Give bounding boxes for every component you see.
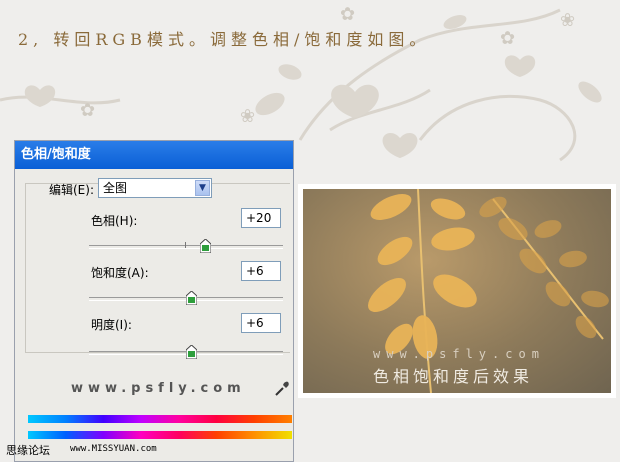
lightness-label: 明度(I): (91, 318, 132, 332)
instruction-text: 2, 转回RGB模式。调整色相/饱和度如图。 (18, 30, 431, 49)
hue-label: 色相(H): (91, 214, 138, 228)
svg-text:✿: ✿ (500, 28, 515, 49)
svg-text:❀: ❀ (560, 10, 575, 31)
chevron-down-icon[interactable]: ▼ (195, 180, 210, 196)
color-spectrum-bar-bottom (28, 431, 292, 439)
lightness-input[interactable]: +6 (241, 313, 281, 333)
svg-text:✿: ✿ (340, 4, 355, 25)
eyedropper-icon[interactable] (274, 381, 290, 397)
photo-watermark-url: www.psfly.com (373, 347, 545, 361)
svg-text:❀: ❀ (240, 106, 255, 127)
hue-saturation-dialog: 色相/饱和度 编辑(E): 全图 ▼ 色相(H): +20 饱和度(A): +6… (14, 140, 294, 462)
color-spectrum-bar-top (28, 415, 292, 423)
photo-caption: 色相饱和度后效果 (373, 367, 534, 386)
saturation-label: 饱和度(A): (91, 266, 149, 280)
hue-input[interactable]: +20 (241, 208, 281, 228)
saturation-slider-thumb[interactable] (186, 291, 197, 305)
edit-channel-select[interactable]: 全图 ▼ (98, 178, 212, 198)
result-photo: www.psfly.com 色相饱和度后效果 (303, 189, 611, 393)
footer-url: www.MISSYUAN.com (70, 444, 157, 454)
edit-label: 编辑(E): (49, 183, 94, 197)
footer-logo: 思缘论坛 (6, 444, 50, 457)
saturation-input[interactable]: +6 (241, 261, 281, 281)
hue-slider-track[interactable] (89, 245, 283, 249)
hue-center-tick (185, 242, 186, 248)
dialog-watermark: www.psfly.com (71, 381, 246, 396)
edit-channel-value: 全图 (103, 181, 128, 195)
svg-text:✿: ✿ (80, 100, 95, 121)
result-photo-frame: www.psfly.com 色相饱和度后效果 (298, 184, 616, 398)
lightness-slider-thumb[interactable] (186, 345, 197, 359)
dialog-titlebar[interactable]: 色相/饱和度 (15, 141, 293, 169)
hue-slider-thumb[interactable] (200, 239, 211, 253)
